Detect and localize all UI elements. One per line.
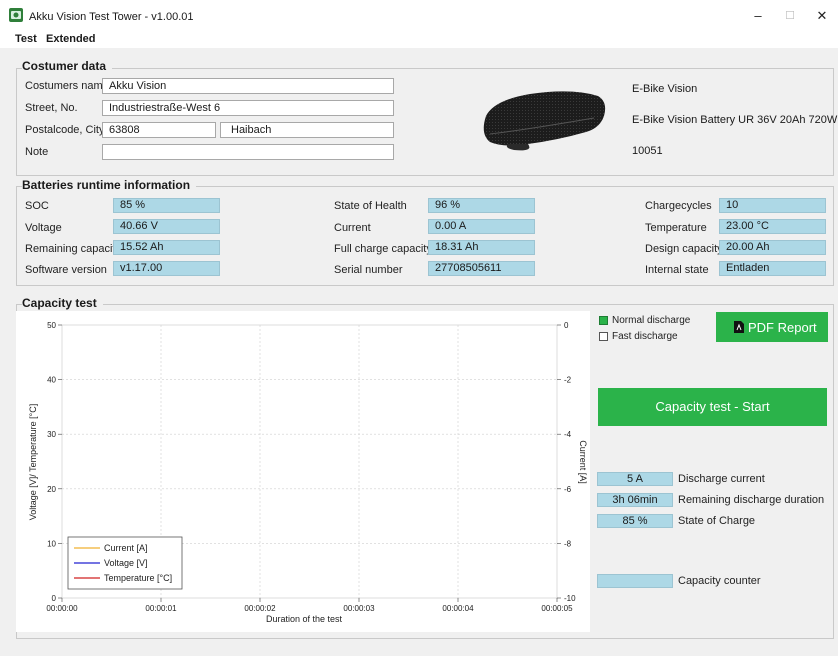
capacity-counter-label: Capacity counter — [678, 575, 761, 587]
pdf-report-label: PDF Report — [748, 320, 817, 335]
y-right-tick-label: -10 — [564, 594, 576, 603]
remaining-capacity-value: 15.52 Ah — [113, 240, 220, 255]
state-of-health-label: State of Health — [334, 200, 407, 212]
y-left-tick-label: 20 — [47, 485, 56, 494]
legend-voltage: Voltage [V] — [104, 558, 148, 568]
y-left-tick-label: 30 — [47, 430, 56, 439]
temperature-label: Temperature — [645, 222, 707, 234]
chargecycles-value: 10 — [719, 198, 826, 213]
postalcode-input[interactable]: 63808 — [102, 122, 216, 138]
note-input[interactable] — [102, 144, 394, 160]
note-label: Note — [25, 146, 49, 158]
design-capacity-value: 20.00 Ah — [719, 240, 826, 255]
internal-state-value: Entladen — [719, 261, 826, 276]
street-input[interactable]: Industriestraße-West 6 — [102, 100, 394, 116]
capacity-chart: 00:00:00 00:00:01 00:00:02 00:00:03 00:00:04… — [16, 311, 590, 632]
y-right-tick-label: -2 — [564, 376, 572, 385]
voltage-label: Voltage — [25, 222, 62, 234]
fast-discharge-label: Fast discharge — [612, 331, 678, 342]
customer-name-label: Costumers name — [25, 80, 109, 92]
y-left-tick-label: 50 — [47, 321, 56, 330]
pdf-report-button[interactable]: PDF Report — [716, 312, 828, 342]
menu-test[interactable]: Test — [15, 33, 37, 45]
full-charge-capacity-value: 18.31 Ah — [428, 240, 535, 255]
normal-discharge-checkbox[interactable] — [599, 316, 608, 325]
y-right-axis-label: Current [A] — [578, 440, 588, 484]
temperature-value: 23.00 °C — [719, 219, 826, 234]
city-input[interactable]: Haibach — [220, 122, 394, 138]
x-tick-label: 00:00:03 — [343, 604, 375, 613]
normal-discharge-label: Normal discharge — [612, 315, 691, 326]
y-left-axis-label: Voltage [V]/ Temperature [°C] — [28, 404, 38, 521]
x-tick-label: 00:00:02 — [244, 604, 276, 613]
customer-data-title: Costumer data — [22, 59, 113, 73]
pdf-icon — [734, 321, 744, 333]
y-left-tick-label: 40 — [47, 376, 56, 385]
serial-number-label: Serial number — [334, 264, 403, 276]
x-tick-label: 00:00:05 — [541, 604, 573, 613]
y-left-tick-label: 0 — [52, 594, 57, 603]
y-right-tick-label: 0 — [564, 321, 569, 330]
state-of-health-value: 96 % — [428, 198, 535, 213]
menu-extended[interactable]: Extended — [46, 33, 96, 45]
window-title: Akku Vision Test Tower - v1.00.01 — [29, 11, 194, 23]
capacity-counter-value — [597, 574, 673, 588]
remaining-duration-label: Remaining discharge duration — [678, 494, 825, 506]
legend-temperature: Temperature [°C] — [104, 573, 172, 583]
x-tick-label: 00:00:01 — [145, 604, 177, 613]
y-left-tick-label: 10 — [47, 539, 56, 548]
app-icon — [9, 8, 23, 22]
chargecycles-label: Chargecycles — [645, 200, 712, 212]
capacity-test-start-button[interactable]: Capacity test - Start — [598, 388, 827, 426]
remaining-capacity-label: Remaining capacity — [25, 243, 121, 255]
product-battery: E-Bike Vision Battery UR 36V 20Ah 720Wh — [632, 114, 838, 126]
x-axis-label: Duration of the test — [266, 614, 343, 624]
design-capacity-label: Design capacity — [645, 243, 723, 255]
current-value: 0.00 A — [428, 219, 535, 234]
menu-bar: Test Extended — [0, 30, 838, 48]
fast-discharge-checkbox[interactable] — [599, 332, 608, 341]
software-version-value: v1.17.00 — [113, 261, 220, 276]
postal-city-label: Postalcode, City — [25, 124, 105, 136]
voltage-value: 40.66 V — [113, 219, 220, 234]
soc-value: 85 % — [113, 198, 220, 213]
legend-current: Current [A] — [104, 543, 148, 553]
runtime-info-title: Batteries runtime information — [22, 178, 197, 192]
capacity-test-title: Capacity test — [22, 296, 103, 310]
chart-legend: Current [A] Voltage [V] Temperature [°C] — [67, 536, 183, 590]
x-tick-label: 00:00:04 — [442, 604, 474, 613]
y-right-tick-label: -4 — [564, 430, 572, 439]
group-title-line — [102, 304, 122, 305]
customer-name-input[interactable]: Akku Vision — [102, 78, 394, 94]
internal-state-label: Internal state — [645, 264, 709, 276]
current-label: Current — [334, 222, 371, 234]
soc-label: SOC — [25, 200, 49, 212]
state-of-charge-value: 85 % — [597, 514, 673, 528]
product-number: 10051 — [632, 145, 663, 157]
street-label: Street, No. — [25, 102, 78, 114]
close-button[interactable]: ✕ — [806, 5, 838, 27]
y-right-tick-label: -6 — [564, 485, 572, 494]
discharge-current-value: 5 A — [597, 472, 673, 486]
x-tick-label: 00:00:00 — [46, 604, 78, 613]
y-right-tick-label: -8 — [564, 539, 572, 548]
state-of-charge-label: State of Charge — [678, 515, 756, 527]
product-name: E-Bike Vision — [632, 83, 698, 95]
remaining-duration-value: 3h 06min — [597, 493, 673, 507]
discharge-current-label: Discharge current — [678, 473, 765, 485]
full-charge-capacity-label: Full charge capacity — [334, 243, 432, 255]
minimize-button[interactable]: – — [742, 5, 774, 27]
title-bar: Akku Vision Test Tower - v1.00.01 – ☐ ✕ — [0, 0, 838, 30]
chart-svg: 00:00:00 00:00:01 00:00:02 00:00:03 00:00:04… — [28, 321, 588, 624]
serial-number-value: 27708505611 — [428, 261, 535, 276]
maximize-button[interactable]: ☐ — [774, 5, 806, 27]
battery-image — [483, 91, 606, 151]
software-version-label: Software version — [25, 264, 107, 276]
